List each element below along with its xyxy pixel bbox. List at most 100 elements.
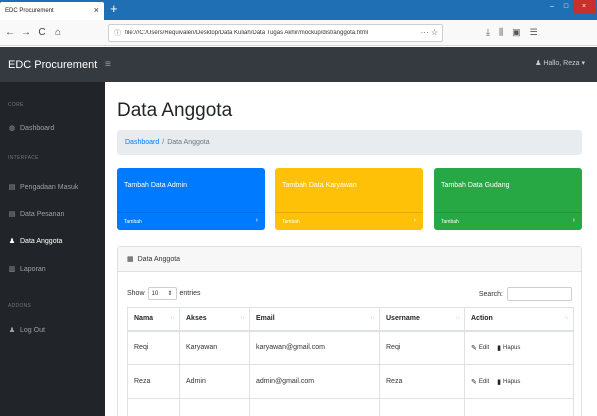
cell-akses: Karyawan: [179, 330, 250, 365]
maximize-icon[interactable]: □: [559, 0, 573, 13]
sidebar-heading-core: CORE: [8, 102, 24, 108]
card-tambah-karyawan: Tambah Data Karyawan Tambah ›: [275, 168, 423, 230]
user-menu-label: Hallo, Reza ▾: [543, 60, 585, 67]
table-row: Reqi Karyawan karyawan@gmail.com Reqi ✎ E…: [127, 330, 574, 365]
breadcrumb-current: Data Anggota: [167, 139, 210, 146]
card-tambah-gudang: Tambah Data Gudang Tambah ›: [434, 168, 582, 230]
search-label: Search:: [478, 290, 503, 298]
download-icon[interactable]: ⤓: [486, 27, 490, 38]
edit-label: Edit: [478, 344, 490, 351]
delete-button[interactable]: ▮ Hapus: [497, 378, 520, 386]
card-title: Tambah Data Gudang: [441, 182, 510, 189]
chevron-right-icon: ›: [572, 217, 575, 224]
edit-icon: ✎: [471, 378, 477, 386]
entries-select[interactable]: 10 ⇕: [147, 287, 177, 300]
members-table: Nama ↑↓ Akses ↑↓ Email ↑↓ Username ↑↓ Action…: [127, 307, 574, 416]
back-icon[interactable]: ←: [4, 27, 16, 38]
select-arrow-icon: ⇕: [167, 291, 173, 297]
table-icon: ▤: [8, 184, 16, 191]
home-icon[interactable]: ⌂: [52, 27, 64, 38]
breadcrumb: Dashboard / Data Anggota: [117, 130, 582, 155]
forward-icon[interactable]: →: [20, 27, 32, 38]
table-icon: ▦: [127, 256, 134, 263]
card-footer-link[interactable]: Tambah ›: [117, 212, 265, 230]
sidebar-item-data-anggota[interactable]: ♟ Data Anggota: [8, 237, 63, 246]
column-header-akses[interactable]: Akses ↑↓: [179, 307, 250, 332]
info-icon[interactable]: ⓘ: [114, 28, 121, 38]
tab-title: EDC Procurement: [5, 8, 54, 14]
entries-label: entries: [179, 290, 201, 297]
sidebar-item-label: Dashboard: [20, 124, 55, 132]
table-card-title: Data Anggota: [137, 255, 181, 263]
sidebar-item-laporan[interactable]: ▥ Laporan: [8, 265, 46, 274]
sidebar: CORE ◍ Dashboard INTERFACE ▤ Pengadaan M…: [0, 82, 105, 416]
sidebar-item-label: Log Out: [20, 326, 45, 334]
cell-username: Reqi: [379, 330, 465, 365]
chart-icon: ▥: [8, 266, 16, 273]
card-footer-link[interactable]: Tambah ›: [275, 212, 423, 230]
sidebar-item-pengadaan-masuk[interactable]: ▤ Pengadaan Masuk: [8, 183, 79, 192]
column-header-email[interactable]: Email ↑↓: [249, 307, 380, 332]
entries-value: 10: [151, 290, 159, 297]
window-close-icon[interactable]: ×: [573, 0, 595, 13]
app-navbar: EDC Procurement ≡ ♟ Hallo, Reza ▾: [0, 47, 597, 82]
breadcrumb-link-dashboard[interactable]: Dashboard: [125, 139, 159, 146]
user-icon: ♟: [8, 238, 16, 245]
url-bar[interactable]: ⓘ file:///C:/Users/Requivalen/Desktop/Da…: [108, 24, 443, 42]
sidebar-heading-addons: ADDONS: [8, 303, 32, 309]
sort-icon: ↑↓: [455, 315, 460, 321]
delete-label: Hapus: [503, 344, 521, 351]
minimize-icon[interactable]: –: [545, 0, 559, 13]
brand-title[interactable]: EDC Procurement: [0, 59, 105, 71]
card-title: Tambah Data Admin: [124, 182, 188, 189]
user-menu[interactable]: ♟ Hallo, Reza ▾: [535, 59, 585, 67]
sidebar-heading-interface: INTERFACE: [8, 155, 39, 161]
card-footer-link[interactable]: Tambah ›: [434, 212, 582, 230]
sidebar-item-label: Pengadaan Masuk: [20, 183, 79, 191]
browser-tab-bar: EDC Procurement × + – □ ×: [0, 0, 597, 20]
delete-button[interactable]: ▮ Hapus: [497, 344, 520, 352]
new-tab-icon[interactable]: +: [110, 1, 118, 16]
page-actions-icon[interactable]: ··· ☆: [421, 28, 438, 37]
search-input[interactable]: [507, 287, 572, 301]
sidebar-icon[interactable]: ▣: [512, 27, 521, 38]
sidebar-item-data-pesanan[interactable]: ▤ Data Pesanan: [8, 210, 65, 219]
browser-toolbar: ⤓ ⫼ ▣ ☰: [486, 27, 538, 38]
edit-button[interactable]: ✎ Edit: [471, 378, 489, 386]
library-icon[interactable]: ⫼: [499, 27, 503, 38]
edit-button[interactable]: ✎ Edit: [471, 344, 489, 352]
reload-icon[interactable]: C: [36, 27, 48, 38]
menu-icon[interactable]: ☰: [530, 27, 538, 38]
cell-email: karyawan@gmail.com: [249, 330, 380, 365]
table-card-header: ▦ Data Anggota: [118, 247, 581, 272]
sort-icon: ↑↓: [370, 315, 375, 321]
column-header-nama[interactable]: Nama ↑↓: [127, 307, 180, 332]
card-footer-label: Tambah: [124, 218, 142, 225]
trash-icon: ▮: [497, 378, 502, 386]
sidebar-toggle-icon[interactable]: ≡: [105, 59, 111, 70]
card-title: Tambah Data Karyawan: [282, 182, 357, 189]
table-row: Reza Admin admin@gmail.com Reza ✎ Edit ▮ H…: [127, 364, 574, 399]
sidebar-item-dashboard[interactable]: ◍ Dashboard: [8, 124, 55, 133]
column-header-username[interactable]: Username ↑↓: [379, 307, 465, 332]
cell-action: ✎ Edit ▮ Hapus: [464, 330, 574, 365]
close-icon[interactable]: ×: [94, 5, 99, 15]
url-text[interactable]: file:///C:/Users/Requivalen/Desktop/Data…: [125, 30, 368, 36]
cell-email: admin@gmail.com: [249, 364, 380, 399]
sidebar-item-label: Data Pesanan: [20, 210, 65, 218]
window-controls: – □ ×: [545, 0, 595, 14]
table-icon: ▤: [8, 211, 16, 218]
sort-icon: ↑↓: [564, 315, 569, 321]
page-title: Data Anggota: [117, 100, 233, 121]
browser-tab[interactable]: EDC Procurement ×: [0, 2, 104, 20]
browser-nav-bar: ← → C ⌂ ⓘ file:///C:/Users/Requivalen/De…: [0, 20, 597, 46]
user-icon: ♟: [8, 327, 16, 334]
column-header-action[interactable]: Action ↑↓: [464, 307, 574, 332]
table-row-partial: [127, 398, 574, 416]
sidebar-item-label: Data Anggota: [20, 237, 63, 245]
sort-icon: ↑↓: [240, 315, 245, 321]
sort-icon: ↑↓: [170, 315, 175, 321]
chevron-right-icon: ›: [413, 217, 416, 224]
cell-action: ✎ Edit ▮ Hapus: [464, 364, 574, 399]
sidebar-item-log-out[interactable]: ♟ Log Out: [8, 326, 45, 335]
